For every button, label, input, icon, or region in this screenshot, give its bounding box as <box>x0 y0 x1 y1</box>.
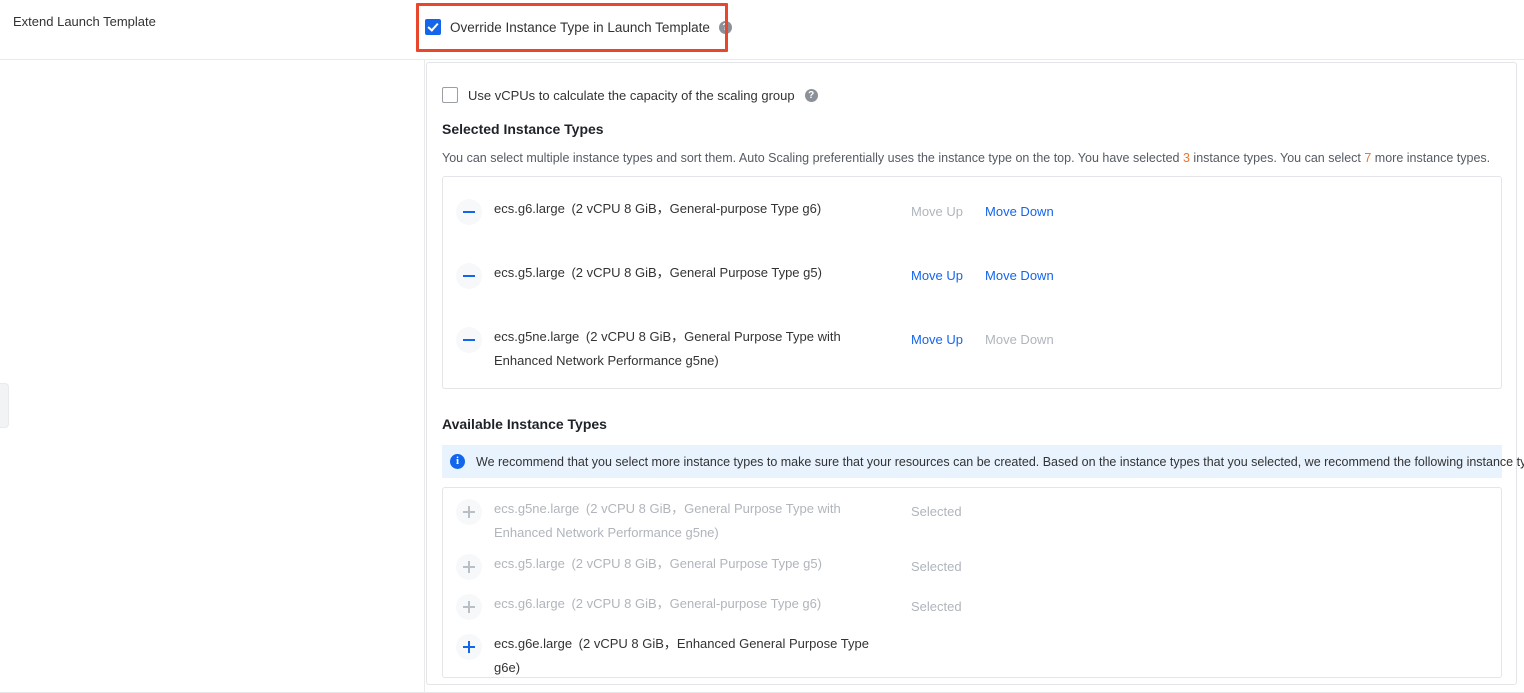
available-instance-type-row: ecs.g5.large (2 vCPU 8 GiB，General Purpo… <box>456 552 1486 580</box>
instance-type-name: ecs.g6e.large <box>494 636 573 651</box>
sidebar-collapse-handle[interactable] <box>0 383 9 428</box>
instance-type-name: ecs.g5ne.large <box>494 329 580 344</box>
move-down-button[interactable]: Move Down <box>985 204 1054 219</box>
available-instance-type-row: ecs.g5ne.large (2 vCPU 8 GiB，General Pur… <box>456 497 1486 545</box>
use-vcpus-checkbox-row[interactable]: Use vCPUs to calculate the capacity of t… <box>442 87 818 103</box>
instance-type-text: ecs.g6e.large (2 vCPU 8 GiB，Enhanced Gen… <box>494 632 874 680</box>
instance-type-text: ecs.g6.large (2 vCPU 8 GiB，General-purpo… <box>494 592 821 616</box>
move-down-button[interactable]: Move Down <box>985 268 1054 283</box>
row-actions: Move Up Move Down <box>911 264 1054 288</box>
info-icon: i <box>450 454 465 469</box>
selected-count: 3 <box>1182 151 1190 165</box>
instance-type-text: ecs.g5.large (2 vCPU 8 GiB，General Purpo… <box>494 261 822 285</box>
field-label-extend-launch-template: Extend Launch Template <box>13 14 156 29</box>
instance-type-spec: (2 vCPU 8 GiB，General-purpose Type g6) <box>567 596 822 611</box>
use-vcpus-checkbox[interactable] <box>442 87 458 103</box>
instance-type-text: ecs.g5.large (2 vCPU 8 GiB，General Purpo… <box>494 552 822 576</box>
move-up-button: Move Up <box>911 204 964 219</box>
extend-launch-template-row: Extend Launch Template Override Instance… <box>0 0 1524 60</box>
move-down-button: Move Down <box>985 332 1054 347</box>
column-divider <box>424 60 425 693</box>
instance-type-text: ecs.g6.large (2 vCPU 8 GiB，General-purpo… <box>494 197 821 221</box>
instance-type-name: ecs.g5ne.large <box>494 501 580 516</box>
instance-type-name: ecs.g6.large <box>494 201 565 216</box>
move-up-button[interactable]: Move Up <box>911 268 963 283</box>
row-actions: Move Up Move Down <box>911 328 1054 352</box>
plus-circle-icon <box>456 594 482 620</box>
instance-type-spec: (2 vCPU 8 GiB，General-purpose Type g6) <box>567 201 822 216</box>
launch-template-override-panel: Extend Launch Template Override Instance… <box>0 0 1524 693</box>
instance-type-name: ecs.g5.large <box>494 556 565 571</box>
selected-status-label: Selected <box>911 599 962 614</box>
recommendation-banner-text: We recommend that you select more instan… <box>476 454 1524 469</box>
minus-circle-icon[interactable] <box>456 263 482 289</box>
minus-circle-icon[interactable] <box>456 327 482 353</box>
instance-type-name: ecs.g6.large <box>494 596 565 611</box>
instance-type-spec: (2 vCPU 8 GiB，General Purpose Type g5) <box>567 556 822 571</box>
selected-instance-type-row: ecs.g6.large (2 vCPU 8 GiB，General-purpo… <box>456 197 1486 225</box>
instance-types-panel: Use vCPUs to calculate the capacity of t… <box>426 62 1524 685</box>
available-instance-types-title: Available Instance Types <box>442 416 607 432</box>
selected-instance-types-title: Selected Instance Types <box>442 121 604 137</box>
selected-instance-type-row: ecs.g5ne.large (2 vCPU 8 GiB，General Pur… <box>456 325 1486 373</box>
instance-type-text: ecs.g5ne.large (2 vCPU 8 GiB，General Pur… <box>494 497 874 545</box>
help-icon[interactable]: ? <box>804 88 818 102</box>
plus-circle-icon <box>456 554 482 580</box>
instance-type-name: ecs.g5.large <box>494 265 565 280</box>
selected-status-label: Selected <box>911 559 962 574</box>
plus-circle-icon <box>456 499 482 525</box>
desc-part-1: You can select multiple instance types a… <box>442 151 1183 165</box>
available-instance-types-list: ecs.g5ne.large (2 vCPU 8 GiB，General Pur… <box>442 487 1502 678</box>
available-instance-type-row[interactable]: ecs.g6e.large (2 vCPU 8 GiB，Enhanced Gen… <box>456 632 1486 680</box>
selected-instance-type-row: ecs.g5.large (2 vCPU 8 GiB，General Purpo… <box>456 261 1486 289</box>
selected-instance-types-description: You can select multiple instance types a… <box>442 151 1490 165</box>
instance-type-spec: (2 vCPU 8 GiB，General Purpose Type g5) <box>567 265 822 280</box>
desc-part-3: more instance types. <box>1371 151 1491 165</box>
minus-circle-icon[interactable] <box>456 199 482 225</box>
recommendation-info-banner: i We recommend that you select more inst… <box>442 445 1524 478</box>
selected-status-label: Selected <box>911 504 962 519</box>
desc-part-2: instance types. You can select <box>1189 151 1365 165</box>
available-instance-type-row: ecs.g6.large (2 vCPU 8 GiB，General-purpo… <box>456 592 1486 620</box>
move-up-button[interactable]: Move Up <box>911 332 963 347</box>
instance-type-text: ecs.g5ne.large (2 vCPU 8 GiB，General Pur… <box>494 325 874 373</box>
row-actions: Move Up Move Down <box>911 200 1054 224</box>
plus-circle-icon[interactable] <box>456 634 482 660</box>
annotation-highlight-box <box>416 3 728 52</box>
selected-instance-types-list: ecs.g6.large (2 vCPU 8 GiB，General-purpo… <box>442 176 1502 389</box>
use-vcpus-label: Use vCPUs to calculate the capacity of t… <box>468 87 795 103</box>
